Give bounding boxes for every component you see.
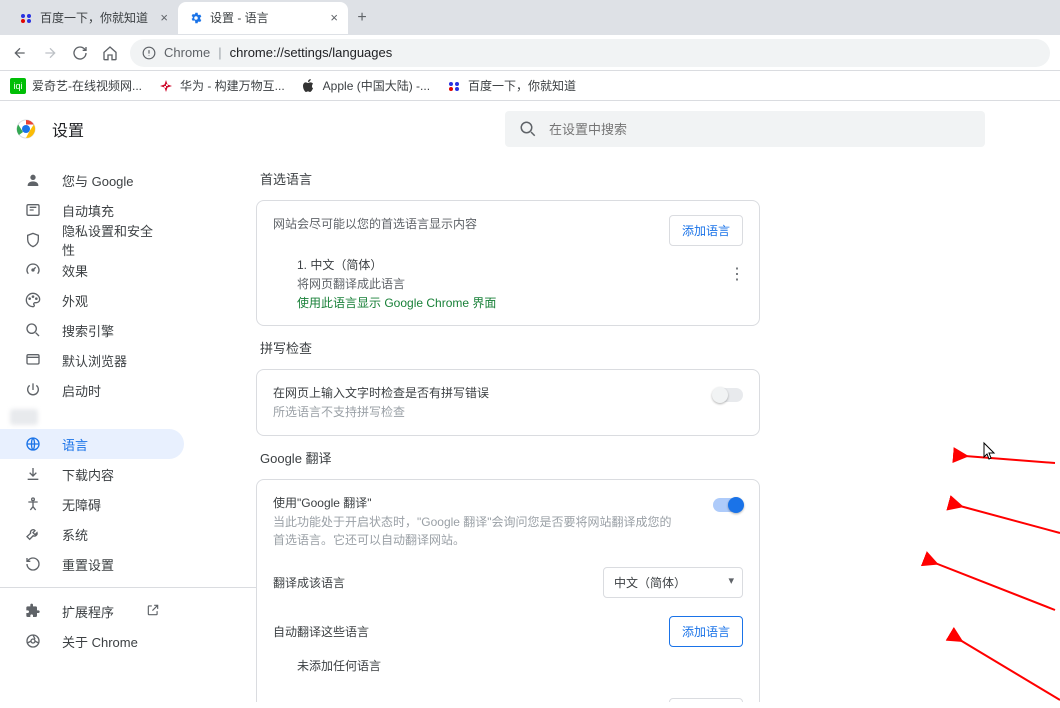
reload-button[interactable] <box>70 43 90 63</box>
nav-reset[interactable]: 重置设置 <box>0 549 184 579</box>
settings-sidebar: 您与 Google 自动填充 隐私设置和安全性 效果 外观 搜索引擎 默认浏览器… <box>0 157 256 702</box>
accessibility-icon <box>24 495 42 513</box>
more-options-icon[interactable]: ⋮ <box>729 264 745 284</box>
omnibox-scheme: Chrome <box>164 45 210 60</box>
omnibox-path: chrome://settings/languages <box>230 45 393 60</box>
nav-default-browser[interactable]: 默认浏览器 <box>0 345 184 375</box>
shield-icon <box>24 231 42 249</box>
site-info-icon[interactable] <box>142 46 156 60</box>
nav-system[interactable]: 系统 <box>0 519 184 549</box>
extension-icon <box>24 602 42 620</box>
preferred-language-entry[interactable]: 1. 中文（简体） 将网页翻译成此语言 使用此语言显示 Google Chrom… <box>273 256 743 311</box>
nav-separator <box>0 587 256 588</box>
nav-on-startup[interactable]: 启动时 <box>0 375 184 405</box>
back-button[interactable] <box>10 43 30 63</box>
external-link-icon <box>146 603 160 620</box>
nav-about[interactable]: 关于 Chrome <box>0 626 184 656</box>
preferred-languages-card: 网站会尽可能以您的首选语言显示内容 添加语言 1. 中文（简体） 将网页翻译成此… <box>256 200 760 326</box>
lang-ui-label: 使用此语言显示 Google Chrome 界面 <box>297 294 743 311</box>
nav-downloads[interactable]: 下载内容 <box>0 459 184 489</box>
chrome-logo-icon <box>16 119 36 139</box>
forward-button[interactable] <box>40 43 60 63</box>
baidu-favicon <box>18 10 34 26</box>
tab-strip: 百度一下，你就知道 × 设置 - 语言 × + <box>0 0 1060 35</box>
use-translate-toggle[interactable] <box>713 498 743 512</box>
reset-icon <box>24 555 42 573</box>
tab-title: 百度一下，你就知道 <box>40 9 148 26</box>
use-translate-label: 使用"Google 翻译" <box>273 494 673 511</box>
page-title: 设置 <box>52 117 84 141</box>
nav-languages[interactable]: 语言 <box>0 429 184 459</box>
nav-privacy[interactable]: 隐私设置和安全性 <box>0 225 184 255</box>
lang-name: 1. 中文（简体） <box>297 256 743 273</box>
spellcheck-label: 在网页上输入文字时检查是否有拼写错误 <box>273 384 489 401</box>
add-language-button[interactable]: 添加语言 <box>669 215 743 246</box>
bookmark-baidu[interactable]: 百度一下，你就知道 <box>446 77 576 94</box>
tab-close-icon[interactable]: × <box>160 10 168 25</box>
bookmark-iqiyi[interactable]: iqi爱奇艺-在线视频网... <box>10 77 142 94</box>
nav-you-and-google[interactable]: 您与 Google <box>0 165 184 195</box>
chrome-icon <box>24 632 42 650</box>
settings-header: 设置 <box>0 101 1060 157</box>
tab-title: 设置 - 语言 <box>210 9 269 26</box>
address-bar[interactable]: Chrome | chrome://settings/languages <box>130 39 1050 67</box>
spellcheck-toggle <box>713 388 743 402</box>
autofill-icon <box>24 201 42 219</box>
nav-performance[interactable]: 效果 <box>0 255 184 285</box>
settings-search[interactable] <box>505 111 985 147</box>
tab-settings[interactable]: 设置 - 语言 × <box>178 2 348 34</box>
bookmark-apple[interactable]: Apple (中国大陆) -... <box>301 77 430 94</box>
translate-to-select[interactable]: 中文（简体） <box>603 567 743 598</box>
tab-baidu[interactable]: 百度一下，你就知道 × <box>8 2 178 34</box>
lang-sub: 将网页翻译成此语言 <box>297 275 743 292</box>
nav-appearance[interactable]: 外观 <box>0 285 184 315</box>
bookmark-huawei[interactable]: 华为 - 构建万物互... <box>158 77 285 94</box>
huawei-icon <box>158 78 174 94</box>
new-tab-button[interactable]: + <box>348 4 376 32</box>
apple-icon <box>301 78 317 94</box>
gear-icon <box>188 10 204 26</box>
speedometer-icon <box>24 261 42 279</box>
use-translate-desc: 当此功能处于开启状态时，"Google 翻译"会询问您是否要将网站翻译成您的首选… <box>273 513 673 549</box>
nav-extensions[interactable]: 扩展程序 <box>0 596 184 626</box>
settings-search-input[interactable] <box>549 122 971 137</box>
nav-accessibility[interactable]: 无障碍 <box>0 489 184 519</box>
globe-icon <box>24 435 42 453</box>
person-icon <box>24 171 42 189</box>
section-title-spellcheck: 拼写检查 <box>260 338 756 357</box>
baidu-icon <box>446 78 462 94</box>
preferred-desc: 网站会尽可能以您的首选语言显示内容 <box>273 215 477 232</box>
palette-icon <box>24 291 42 309</box>
translate-to-label: 翻译成该语言 <box>273 574 345 591</box>
spellcheck-sub: 所选语言不支持拼写检查 <box>273 403 489 421</box>
translate-card: 使用"Google 翻译" 当此功能处于开启状态时，"Google 翻译"会询问… <box>256 479 760 702</box>
never-translate-add-button[interactable]: 添加语言 <box>669 698 743 702</box>
settings-content: 首选语言 网站会尽可能以您的首选语言显示内容 添加语言 1. 中文（简体） 将网… <box>256 157 1060 702</box>
search-icon <box>24 321 42 339</box>
auto-translate-empty: 未添加任何语言 <box>273 657 743 674</box>
section-title-preferred: 首选语言 <box>260 169 756 188</box>
spellcheck-card: 在网页上输入文字时检查是否有拼写错误 所选语言不支持拼写检查 <box>256 369 760 436</box>
auto-translate-label: 自动翻译这些语言 <box>273 623 369 640</box>
power-icon <box>24 381 42 399</box>
nav-search-engine[interactable]: 搜索引擎 <box>0 315 184 345</box>
wrench-icon <box>24 525 42 543</box>
home-button[interactable] <box>100 43 120 63</box>
download-icon <box>24 465 42 483</box>
obscured-region <box>0 405 40 429</box>
browser-icon <box>24 351 42 369</box>
bookmarks-bar: iqi爱奇艺-在线视频网... 华为 - 构建万物互... Apple (中国大… <box>0 71 1060 101</box>
toolbar: Chrome | chrome://settings/languages <box>0 35 1060 71</box>
auto-translate-add-button[interactable]: 添加语言 <box>669 616 743 647</box>
tab-close-icon[interactable]: × <box>330 10 338 25</box>
search-icon <box>519 120 537 138</box>
iqiyi-icon: iqi <box>10 78 26 94</box>
section-title-translate: Google 翻译 <box>260 448 756 467</box>
